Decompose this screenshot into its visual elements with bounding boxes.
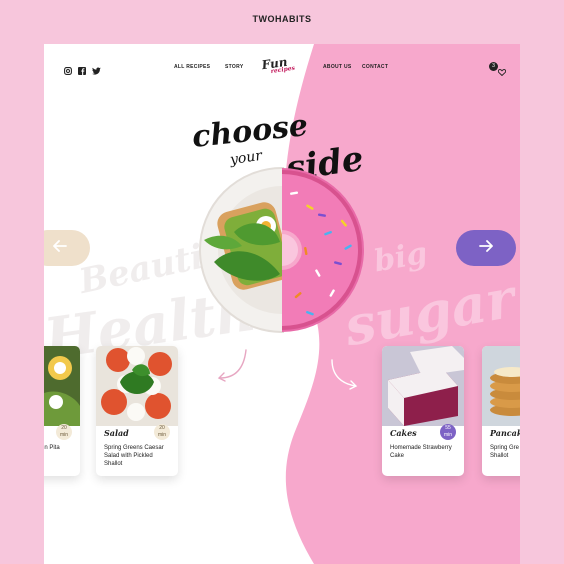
- recipe-card-pita[interactable]: 20min ken Pita: [44, 346, 80, 476]
- time-badge: 55 min: [440, 424, 456, 440]
- twitter-icon[interactable]: [92, 62, 101, 75]
- card-description: Homemade Strawberry Cake: [390, 445, 452, 459]
- nav-about-us[interactable]: ABOUT US: [323, 64, 352, 70]
- card-description: Spring Greens Caesar Salad with Pickled …: [104, 445, 164, 467]
- top-nav: ALL RECIPES STORY Fun recipes ABOUT US CO…: [44, 55, 520, 81]
- recipe-card-salad[interactable]: Salad 20 min Spring Greens Caesar Salad w…: [96, 346, 178, 476]
- curved-arrow-left-icon: [217, 349, 247, 382]
- card-photo-salad: [96, 346, 178, 426]
- landing-page: Beautiful Health big sugar ALL RECIPES S…: [44, 44, 520, 564]
- nav-all-recipes[interactable]: ALL RECIPES: [174, 64, 210, 70]
- arrow-right-icon: [479, 239, 493, 257]
- card-description: Spring Gre Salad with Shallot: [490, 445, 520, 459]
- cart-count-badge[interactable]: 3: [489, 62, 498, 71]
- card-photo-pita: [44, 346, 80, 426]
- card-category: Salad: [104, 428, 129, 438]
- fun-recipes-logo[interactable]: Fun recipes: [261, 54, 296, 76]
- arrow-left-icon: [53, 239, 67, 257]
- curved-arrow-right-icon: [331, 359, 358, 390]
- card-description: ken Pita: [44, 445, 60, 451]
- card-category: Cakes: [390, 428, 417, 438]
- card-photo-pancakes: [482, 346, 520, 426]
- nav-contact[interactable]: CONTACT: [362, 64, 388, 70]
- brand-title: TWOHABITS: [252, 14, 312, 24]
- recipe-card-pancakes[interactable]: Pancak Spring Gre Salad with Shallot: [482, 346, 520, 476]
- recipe-card-cake[interactable]: Cakes 55 min Homemade Strawberry Cake: [382, 346, 464, 476]
- social-icons: [64, 62, 101, 75]
- hero-dish-image: [199, 167, 364, 333]
- instagram-icon[interactable]: [64, 62, 72, 75]
- next-button[interactable]: [456, 230, 516, 266]
- card-category: Pancak: [490, 428, 520, 438]
- card-photo-cake: [382, 346, 464, 426]
- facebook-icon[interactable]: [78, 62, 86, 75]
- time-badge: 20 min: [56, 424, 72, 440]
- nav-story[interactable]: STORY: [225, 64, 243, 70]
- heart-icon[interactable]: [497, 63, 507, 81]
- time-badge: 20 min: [154, 424, 170, 440]
- prev-button[interactable]: [44, 230, 90, 266]
